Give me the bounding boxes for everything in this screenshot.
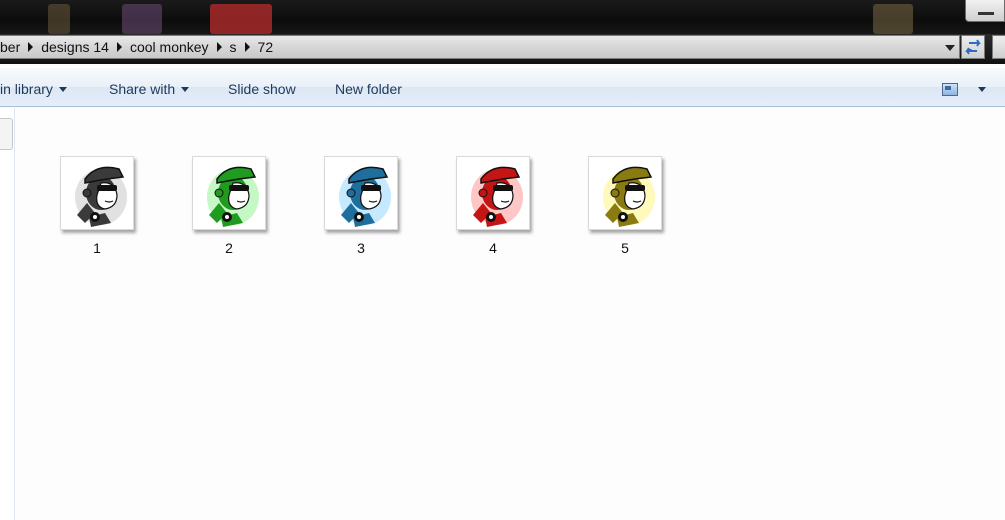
cool-monkey-green-icon: [192, 156, 266, 230]
breadcrumb-item[interactable]: s: [224, 39, 252, 55]
navigation-pane[interactable]: [0, 108, 15, 520]
chevron-down-icon: [181, 87, 190, 92]
breadcrumb-item[interactable]: designs 14: [35, 39, 124, 55]
include-in-library-label: in library: [0, 81, 53, 97]
share-with-button[interactable]: Share with: [109, 79, 190, 99]
file-name: 1: [93, 240, 101, 256]
breadcrumb-label: s: [229, 39, 237, 55]
slide-show-button[interactable]: Slide show: [228, 79, 296, 99]
breadcrumb-item[interactable]: ber: [0, 39, 35, 55]
breadcrumb-arrow-icon[interactable]: [28, 42, 34, 52]
cool-monkey-blue-icon: [324, 156, 398, 230]
background-window-tile: [122, 4, 162, 34]
breadcrumb-item[interactable]: cool monkey: [124, 39, 224, 55]
breadcrumb-item[interactable]: 72: [252, 39, 280, 55]
file-name: 4: [489, 240, 497, 256]
command-bar: in library Share with Slide show New fol…: [0, 67, 1005, 107]
cool-monkey-yellow-icon: [588, 156, 662, 230]
breadcrumb-arrow-icon[interactable]: [116, 42, 122, 52]
chevron-down-icon[interactable]: [978, 86, 986, 92]
file-name: 3: [357, 240, 365, 256]
chevron-down-icon: [58, 87, 67, 92]
breadcrumb-label: designs 14: [41, 39, 109, 55]
address-bar[interactable]: ber designs 14 cool monkey s 72: [0, 35, 960, 59]
file-item[interactable]: 5: [585, 156, 665, 256]
background-window-tile: [48, 4, 70, 34]
breadcrumb-label: 72: [257, 39, 274, 55]
slide-show-label: Slide show: [228, 81, 296, 97]
breadcrumb-label: ber: [0, 39, 21, 55]
change-view-button[interactable]: [942, 79, 986, 99]
file-name: 2: [225, 240, 233, 256]
navigation-pane-scrollbar[interactable]: [0, 118, 13, 150]
search-box[interactable]: [992, 35, 1005, 59]
file-item[interactable]: 4: [453, 156, 533, 256]
background-window-tile: [873, 4, 913, 34]
address-bar-row: ber designs 14 cool monkey s 72: [0, 34, 1005, 64]
refresh-icon: [965, 39, 981, 55]
address-history-dropdown-icon[interactable]: [945, 45, 955, 51]
include-in-library-button[interactable]: in library: [0, 79, 67, 99]
breadcrumb-arrow-icon[interactable]: [244, 42, 250, 52]
file-item[interactable]: 3: [321, 156, 401, 256]
file-name: 5: [621, 240, 629, 256]
window-titlebar: [0, 0, 1005, 34]
share-with-label: Share with: [109, 81, 176, 97]
breadcrumb-label: cool monkey: [129, 39, 209, 55]
new-folder-label: New folder: [335, 81, 402, 97]
minimize-button[interactable]: [965, 0, 1005, 22]
minimize-icon: [978, 12, 994, 15]
cool-monkey-red-icon: [456, 156, 530, 230]
background-window-tile: [210, 4, 272, 34]
view-icon: [942, 82, 958, 96]
new-folder-button[interactable]: New folder: [335, 79, 402, 99]
breadcrumb-arrow-icon[interactable]: [216, 42, 222, 52]
file-item[interactable]: 1: [57, 156, 137, 256]
file-item[interactable]: 2: [189, 156, 269, 256]
refresh-button[interactable]: [961, 35, 985, 59]
cool-monkey-gray-icon: [60, 156, 134, 230]
